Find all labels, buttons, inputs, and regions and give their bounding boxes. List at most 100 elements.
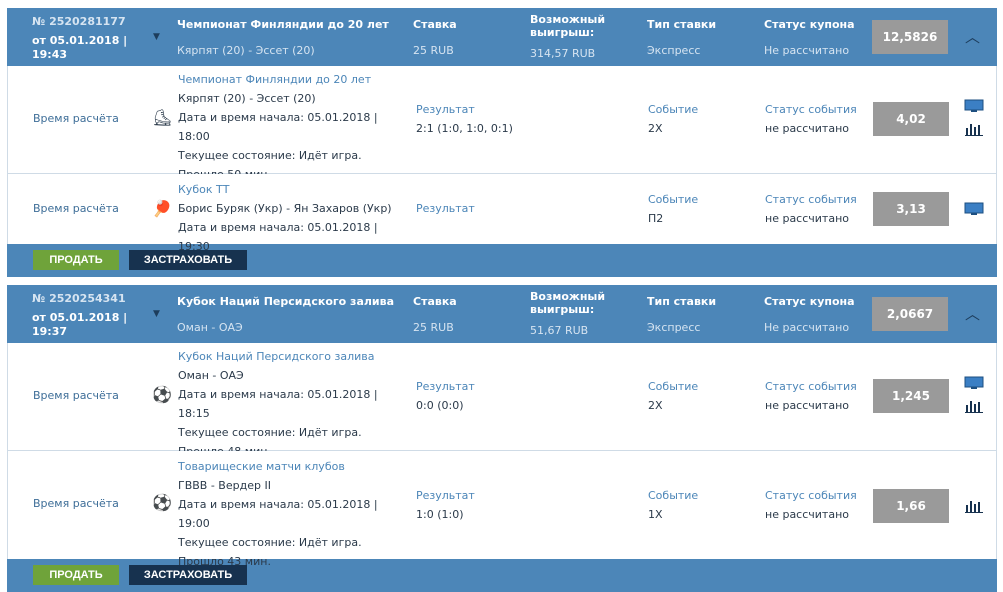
stake-label: Ставка bbox=[413, 18, 457, 31]
coupon-status-label: Статус купона bbox=[764, 295, 855, 308]
result-label: Результат bbox=[416, 103, 475, 116]
bet-type-value: Экспресс bbox=[647, 44, 701, 57]
event-details: Кубок Наций Персидского залива Оман - ОА… bbox=[178, 347, 418, 461]
coupon-status-value: Не рассчитано bbox=[764, 321, 850, 334]
calc-time-label: Время расчёта bbox=[33, 202, 119, 215]
insure-button[interactable]: ЗАСТРАХОВАТЬ bbox=[129, 565, 247, 585]
coupon-number: № 2520254341 bbox=[32, 292, 126, 305]
bet-type-label: Тип ставки bbox=[647, 295, 717, 308]
event-value: 2Х bbox=[648, 399, 663, 412]
bet-type-label: Тип ставки bbox=[647, 18, 717, 31]
bet-type-value: Экспресс bbox=[647, 321, 701, 334]
event-status-value: не рассчитано bbox=[765, 508, 849, 521]
event-label: Событие bbox=[648, 193, 699, 206]
event-status-value: не рассчитано bbox=[765, 212, 849, 225]
coupon-card: № 2520254341 от 05.01.2018 | 19:37 ▼ Куб… bbox=[7, 285, 997, 592]
coupon-status-label: Статус купона bbox=[764, 18, 855, 31]
event-label: Событие bbox=[648, 380, 699, 393]
stats-icon[interactable] bbox=[964, 399, 984, 413]
insure-button[interactable]: ЗАСТРАХОВАТЬ bbox=[129, 250, 247, 270]
chevron-down-icon[interactable]: ▼ bbox=[153, 309, 160, 319]
event-row: Время расчёта ⚽ Товарищеские матчи клубо… bbox=[7, 451, 997, 568]
coupon-actions: ПРОДАТЬ ЗАСТРАХОВАТЬ bbox=[7, 244, 997, 277]
event-status-label: Статус события bbox=[765, 380, 857, 393]
win-value: 51,67 RUB bbox=[530, 324, 589, 337]
event-start: Дата и время начала: 05.01.2018 | 18:00 bbox=[178, 111, 378, 143]
calc-time-label: Время расчёта bbox=[33, 389, 119, 402]
coupon-header[interactable]: № 2520281177 от 05.01.2018 | 19:43 ▼ Чем… bbox=[7, 8, 997, 66]
event-label: Событие bbox=[648, 489, 699, 502]
coupon-date: от 05.01.2018 | 19:43 bbox=[32, 34, 128, 61]
win-label: Возможный выигрыш: bbox=[530, 13, 606, 39]
event-league[interactable]: Кубок Наций Персидского залива bbox=[178, 347, 418, 366]
coupon-match: Кярпят (20) - Эссет (20) bbox=[177, 44, 315, 57]
coupon-coefficient: 12,5826 bbox=[872, 20, 948, 54]
sell-button[interactable]: ПРОДАТЬ bbox=[33, 565, 119, 585]
event-details: Товарищеские матчи клубов ГВВВ - Вердер … bbox=[178, 457, 398, 571]
coupon-events: Время расчёта ⚽ Кубок Наций Персидского … bbox=[7, 343, 997, 568]
football-icon: ⚽ bbox=[152, 385, 172, 404]
chevron-up-icon[interactable]: ︿ bbox=[965, 303, 980, 324]
stake-value: 25 RUB bbox=[413, 321, 454, 334]
event-match: ГВВВ - Вердер II bbox=[178, 479, 271, 492]
calc-time-label: Время расчёта bbox=[33, 497, 119, 510]
coupon-events: Время расчёта ⛸ Чемпионат Финляндии до 2… bbox=[7, 66, 997, 253]
football-icon: ⚽ bbox=[152, 493, 172, 512]
result-value: 2:1 (1:0, 1:0, 0:1) bbox=[416, 122, 513, 135]
calc-time-label: Время расчёта bbox=[33, 112, 119, 125]
coupon-number: № 2520281177 bbox=[32, 15, 126, 28]
sell-button[interactable]: ПРОДАТЬ bbox=[33, 250, 119, 270]
event-status-value: не рассчитано bbox=[765, 399, 849, 412]
event-row: Время расчёта ⚽ Кубок Наций Персидского … bbox=[7, 343, 997, 458]
event-value: П2 bbox=[648, 212, 664, 225]
event-start: Дата и время начала: 05.01.2018 | 19:00 bbox=[178, 498, 378, 530]
event-status-label: Статус события bbox=[765, 489, 857, 502]
coupon-actions: ПРОДАТЬ ЗАСТРАХОВАТЬ bbox=[7, 559, 997, 592]
result-label: Результат bbox=[416, 489, 475, 502]
event-coefficient: 1,66 bbox=[873, 489, 949, 523]
result-value: 0:0 (0:0) bbox=[416, 399, 464, 412]
event-coefficient: 1,245 bbox=[873, 379, 949, 413]
coupon-status-value: Не рассчитано bbox=[764, 44, 850, 57]
event-row: Время расчёта 🏓 Кубок ТТ Борис Буряк (Ук… bbox=[7, 174, 997, 253]
stake-value: 25 RUB bbox=[413, 44, 454, 57]
table-tennis-icon: 🏓 bbox=[152, 199, 172, 218]
coupon-match: Оман - ОАЭ bbox=[177, 321, 243, 334]
monitor-icon[interactable] bbox=[964, 376, 984, 390]
result-label: Результат bbox=[416, 202, 475, 215]
event-row: Время расчёта ⛸ Чемпионат Финляндии до 2… bbox=[7, 66, 997, 181]
chevron-down-icon[interactable]: ▼ bbox=[153, 32, 160, 42]
coupon-date: от 05.01.2018 | 19:37 bbox=[32, 311, 128, 338]
stats-icon[interactable] bbox=[964, 122, 984, 136]
hockey-skate-icon: ⛸ bbox=[152, 108, 173, 127]
event-match: Оман - ОАЭ bbox=[178, 369, 244, 382]
coupon-card: № 2520281177 от 05.01.2018 | 19:43 ▼ Чем… bbox=[7, 8, 997, 277]
event-coefficient: 4,02 bbox=[873, 102, 949, 136]
stats-icon[interactable] bbox=[964, 499, 984, 513]
event-league[interactable]: Кубок ТТ bbox=[178, 180, 398, 199]
coupon-coefficient: 2,0667 bbox=[872, 297, 948, 331]
stake-label: Ставка bbox=[413, 295, 457, 308]
event-coefficient: 3,13 bbox=[873, 192, 949, 226]
event-status-value: не рассчитано bbox=[765, 122, 849, 135]
coupon-title: Чемпионат Финляндии до 20 лет bbox=[177, 18, 389, 31]
chevron-up-icon[interactable]: ︿ bbox=[965, 26, 980, 47]
event-match: Борис Буряк (Укр) - Ян Захаров (Укр) bbox=[178, 202, 392, 215]
monitor-icon[interactable] bbox=[964, 202, 984, 216]
event-league[interactable]: Чемпионат Финляндии до 20 лет bbox=[178, 70, 398, 89]
event-value: 2Х bbox=[648, 122, 663, 135]
result-label: Результат bbox=[416, 380, 475, 393]
coupon-header[interactable]: № 2520254341 от 05.01.2018 | 19:37 ▼ Куб… bbox=[7, 285, 997, 343]
event-status-label: Статус события bbox=[765, 103, 857, 116]
event-league[interactable]: Товарищеские матчи клубов bbox=[178, 457, 398, 476]
event-label: Событие bbox=[648, 103, 699, 116]
event-details: Чемпионат Финляндии до 20 лет Кярпят (20… bbox=[178, 70, 398, 184]
result-value: 1:0 (1:0) bbox=[416, 508, 464, 521]
win-value: 314,57 RUB bbox=[530, 47, 596, 60]
coupon-title: Кубок Наций Персидского залива bbox=[177, 295, 395, 308]
monitor-icon[interactable] bbox=[964, 99, 984, 113]
event-status-label: Статус события bbox=[765, 193, 857, 206]
event-match: Кярпят (20) - Эссет (20) bbox=[178, 92, 316, 105]
win-label: Возможный выигрыш: bbox=[530, 290, 606, 316]
event-start: Дата и время начала: 05.01.2018 | 18:15 bbox=[178, 388, 378, 420]
